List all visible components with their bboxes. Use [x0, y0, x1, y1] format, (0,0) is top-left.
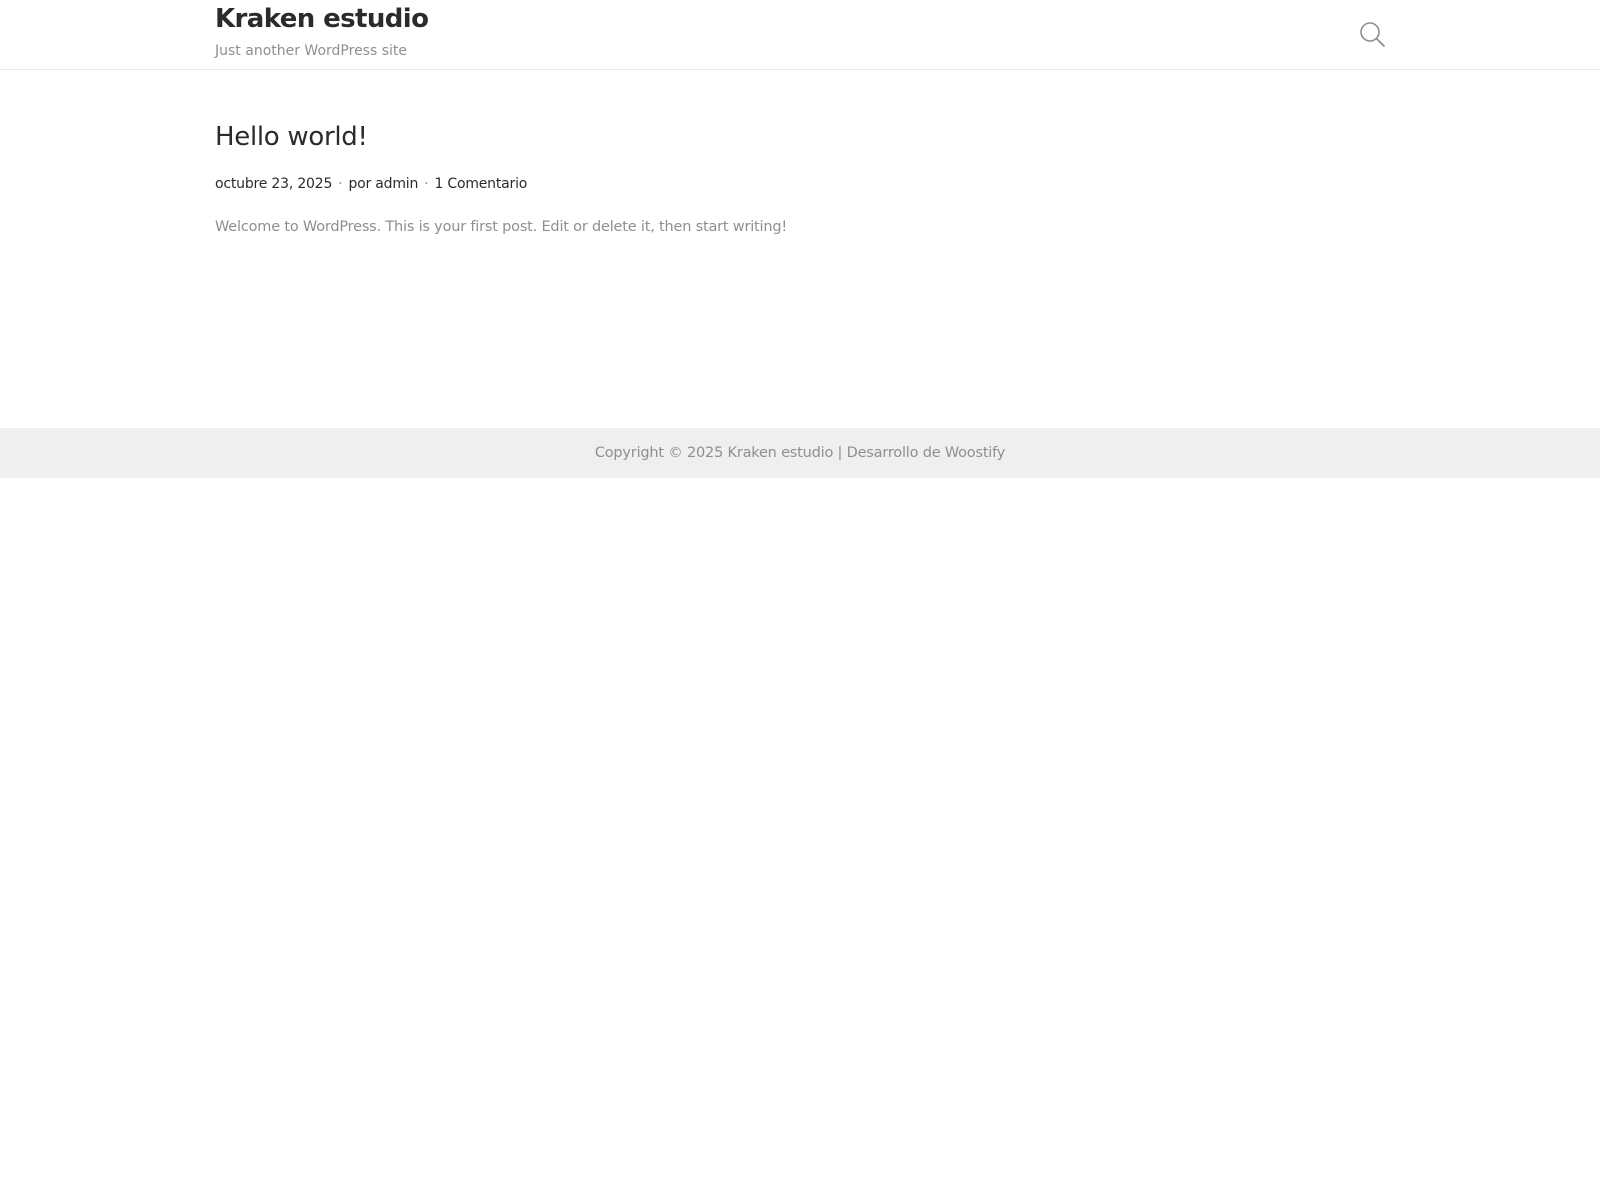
post-comments-link[interactable]: 1 Comentario	[434, 176, 527, 192]
footer-copyright: Copyright © 2025 Kraken estudio | Desarr…	[594, 445, 1006, 461]
meta-separator: ·	[338, 176, 343, 192]
post-author-link[interactable]: por admin	[348, 176, 418, 192]
site-footer: Copyright © 2025 Kraken estudio | Desarr…	[0, 428, 1600, 478]
post-date-link[interactable]: octubre 23, 2025	[215, 176, 332, 192]
meta-separator: ·	[424, 176, 429, 192]
site-tagline: Just another WordPress site	[215, 43, 408, 59]
site-title-link[interactable]: Kraken estudio	[215, 4, 429, 34]
search-icon	[1360, 22, 1385, 47]
search-button[interactable]	[1358, 20, 1388, 50]
post-excerpt: Welcome to WordPress. This is your first…	[215, 219, 787, 235]
post-title-link[interactable]: Hello world!	[215, 117, 1385, 157]
post-article: Hello world! octubre 23, 2025 · por admin ·…	[215, 117, 1385, 235]
post-meta: octubre 23, 2025 · por admin · 1 Comentario	[215, 176, 527, 192]
site-header: Kraken estudio Just another WordPress si…	[0, 0, 1600, 70]
